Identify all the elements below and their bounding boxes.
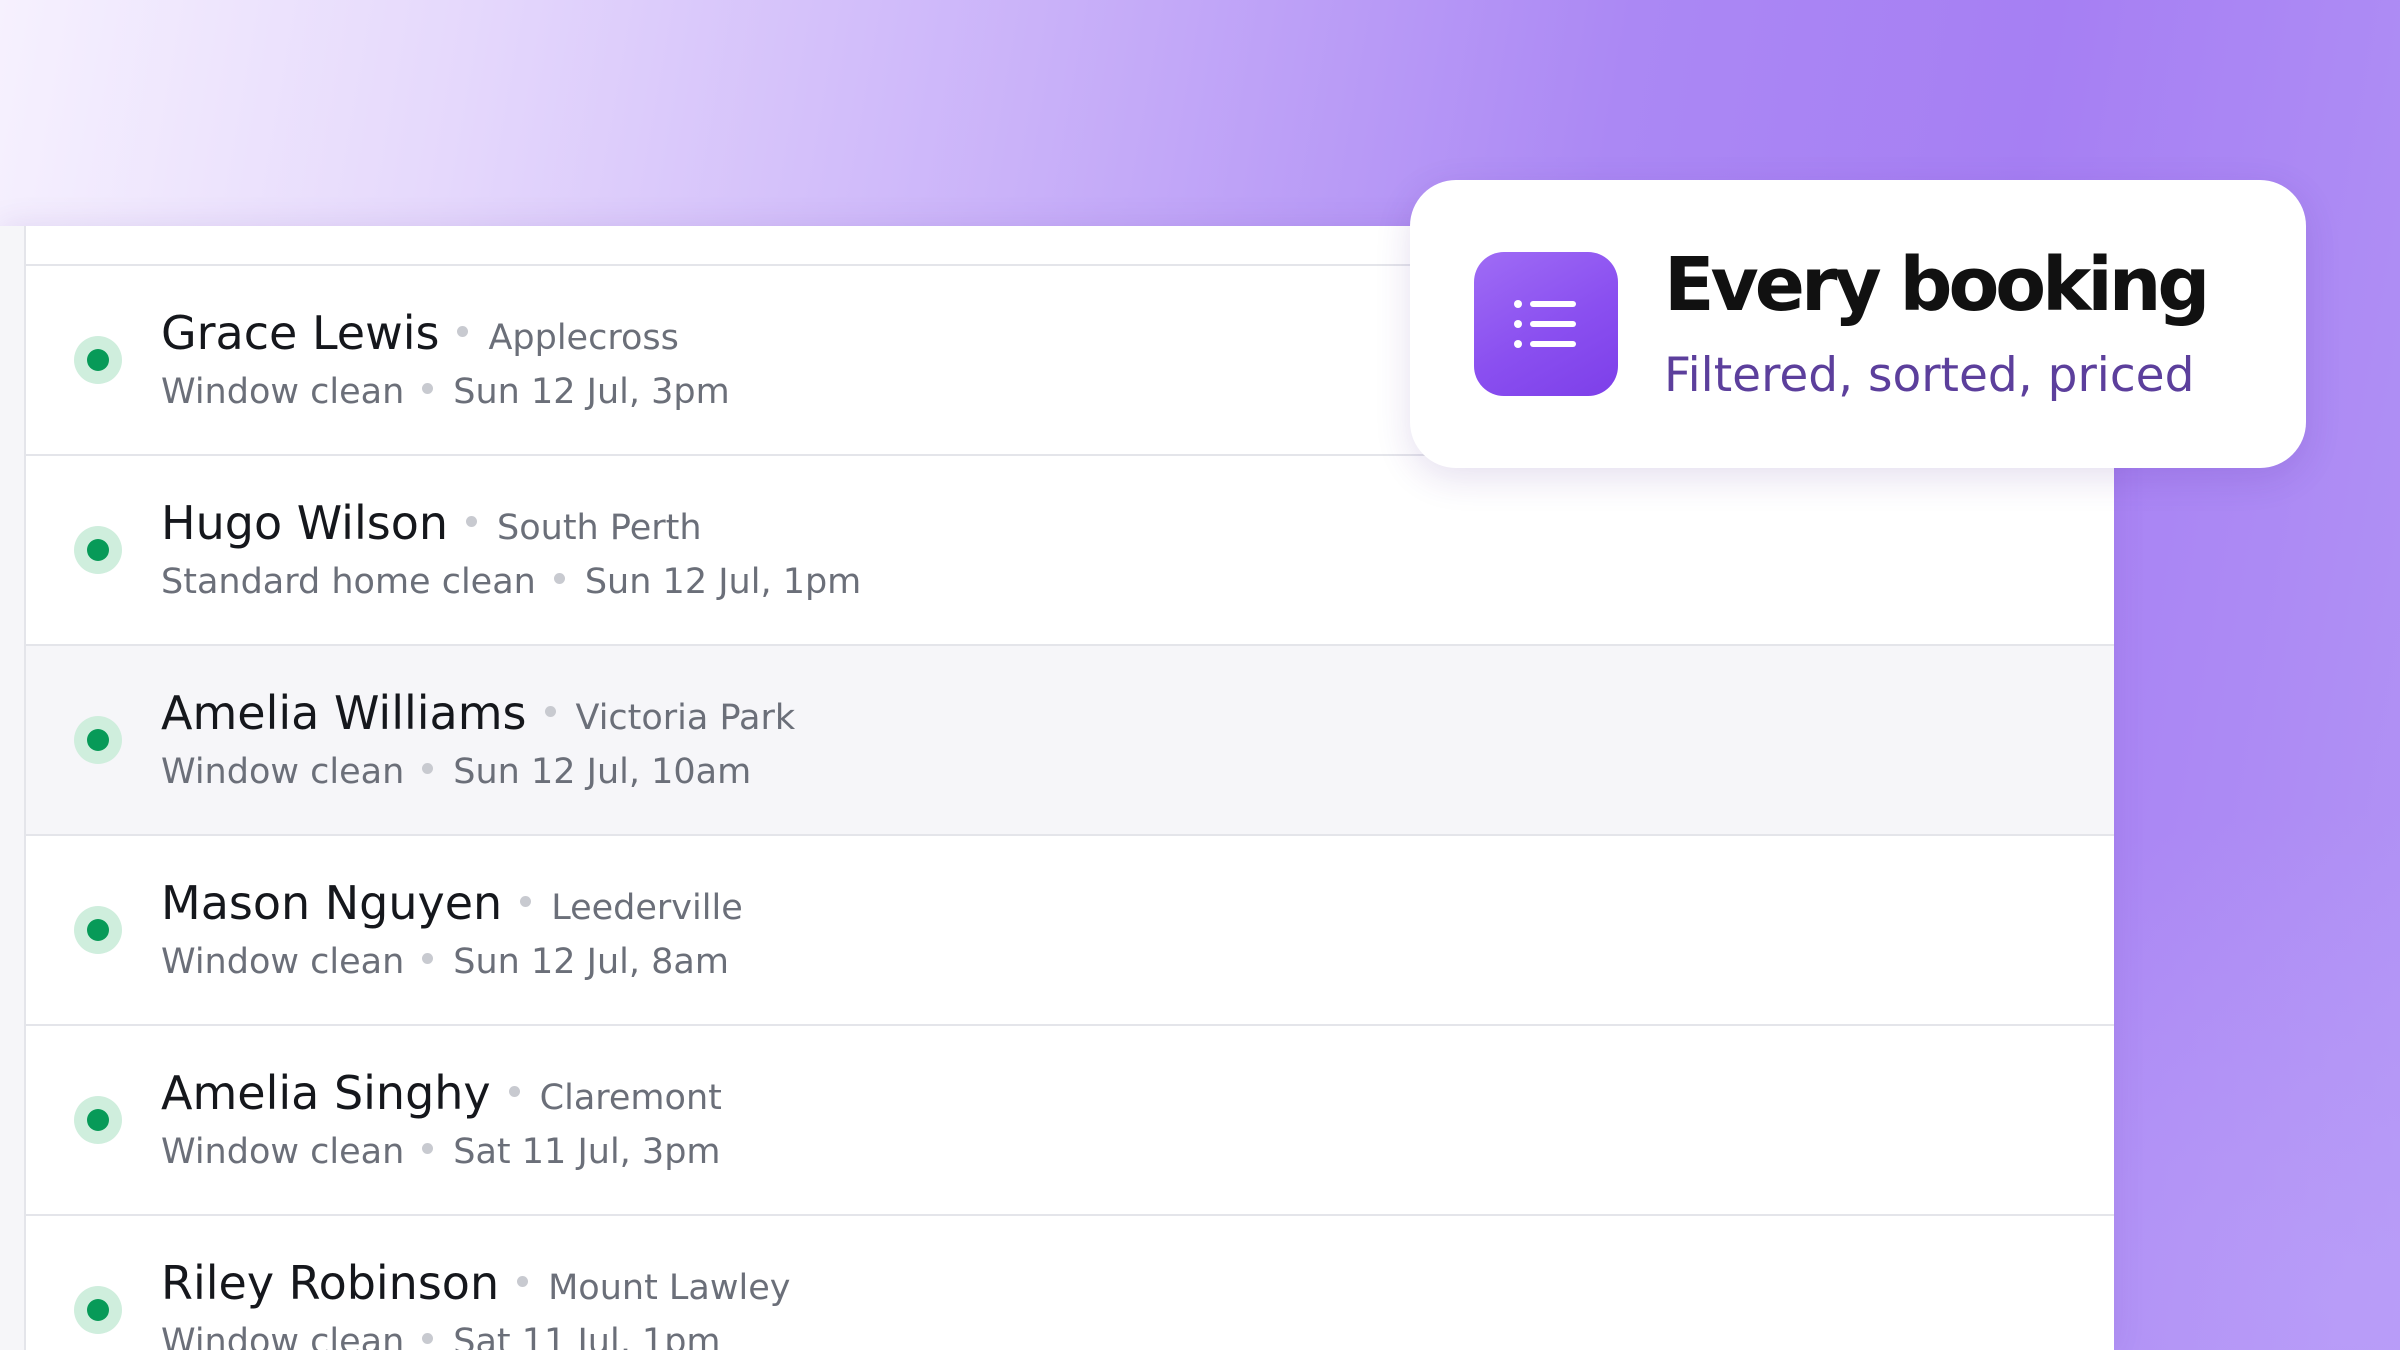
booking-datetime: Sun 12 Jul, 3pm: [453, 372, 730, 412]
booking-datetime: Sun 12 Jul, 8am: [453, 942, 729, 982]
booking-customer-name: Grace Lewis: [161, 306, 440, 360]
dot-separator: [422, 1333, 434, 1344]
dot-separator: [466, 516, 478, 527]
feature-callout-card: Every booking Filtered, sorted, priced: [1410, 180, 2306, 468]
booking-row[interactable]: Hugo Wilson South Perth Standard home cl…: [26, 456, 2114, 646]
booking-suburb: Applecross: [488, 318, 679, 358]
dot-separator: [520, 896, 532, 907]
callout-subtitle: Filtered, sorted, priced: [1664, 348, 2195, 403]
dot-separator: [422, 383, 434, 394]
booking-suburb: Mount Lawley: [548, 1268, 791, 1308]
booking-row[interactable]: Mason Nguyen Leederville Window clean Su…: [26, 836, 2114, 1026]
booking-service: Window clean: [161, 942, 405, 982]
booking-customer-name: Amelia Williams: [161, 686, 527, 740]
dot-separator: [553, 573, 565, 584]
booking-suburb: Claremont: [539, 1078, 722, 1118]
callout-title: Every booking: [1664, 242, 2210, 328]
booking-service: Window clean: [161, 372, 405, 412]
booking-suburb: Leederville: [551, 888, 743, 928]
booking-datetime: Sun 12 Jul, 1pm: [584, 562, 862, 602]
booking-suburb: South Perth: [497, 508, 702, 548]
booking-datetime: Sat 11 Jul, 1pm: [453, 1322, 721, 1350]
booking-row[interactable]: Amelia Williams Victoria Park Window cle…: [26, 646, 2114, 836]
status-active-icon: [74, 1286, 122, 1334]
status-active-icon: [74, 526, 122, 574]
booking-customer-name: Amelia Singhy: [161, 1066, 491, 1120]
booking-row[interactable]: Amelia Singhy Claremont Window clean Sat…: [26, 1026, 2114, 1216]
dot-separator: [457, 326, 469, 337]
dot-separator: [422, 953, 434, 964]
dot-separator: [422, 763, 434, 774]
booking-row[interactable]: Riley Robinson Mount Lawley Window clean…: [26, 1216, 2114, 1350]
booking-service: Window clean: [161, 752, 405, 792]
booking-service: Window clean: [161, 1132, 405, 1172]
dot-separator: [544, 706, 556, 717]
status-active-icon: [74, 716, 122, 764]
booking-service: Window clean: [161, 1322, 405, 1350]
booking-customer-name: Hugo Wilson: [161, 496, 449, 550]
booking-suburb: Victoria Park: [575, 698, 796, 738]
dot-separator: [508, 1086, 520, 1097]
status-active-icon: [74, 1096, 122, 1144]
dot-separator: [422, 1143, 434, 1154]
booking-service: Standard home clean: [161, 562, 536, 602]
list-icon: [1474, 252, 1618, 396]
booking-datetime: Sat 11 Jul, 3pm: [453, 1132, 721, 1172]
booking-customer-name: Mason Nguyen: [161, 876, 503, 930]
status-active-icon: [74, 906, 122, 954]
booking-customer-name: Riley Robinson: [161, 1256, 500, 1310]
dot-separator: [517, 1276, 529, 1287]
status-active-icon: [74, 336, 122, 384]
booking-datetime: Sun 12 Jul, 10am: [453, 752, 752, 792]
left-sidebar-edge: [0, 226, 26, 1350]
